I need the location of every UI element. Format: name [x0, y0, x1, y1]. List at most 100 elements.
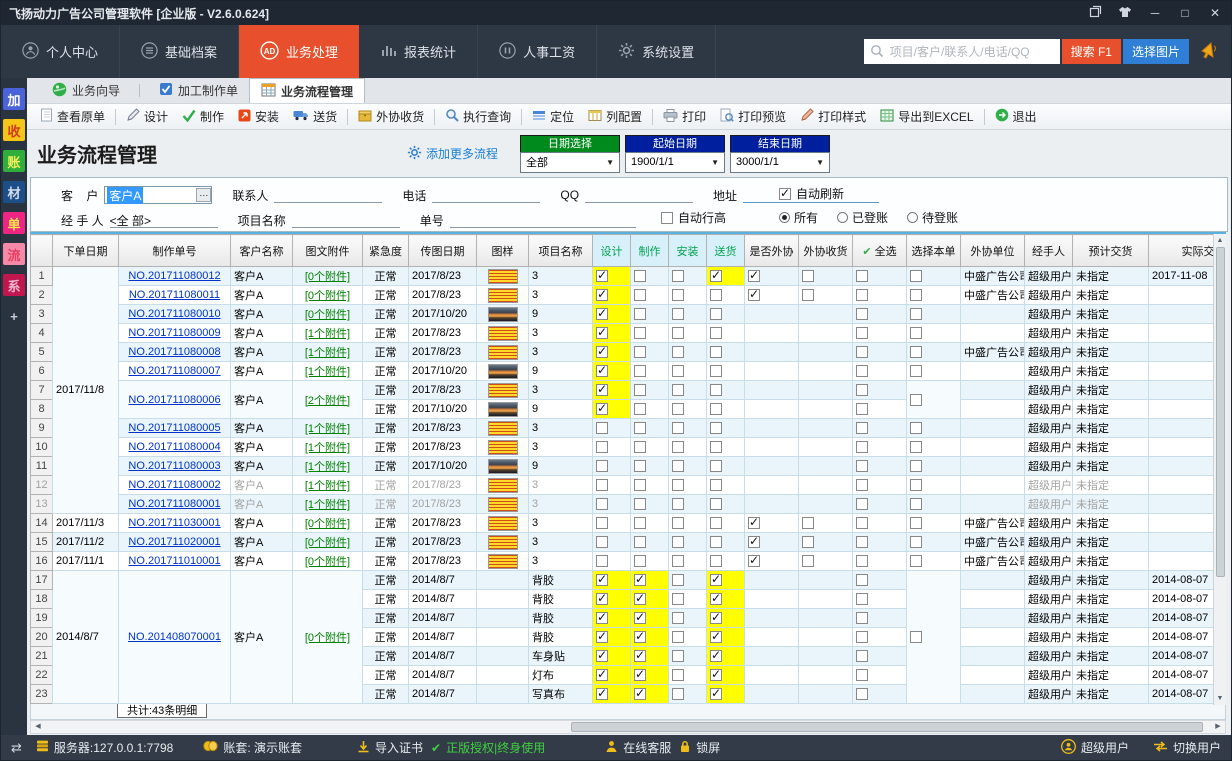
toolbar-button-13[interactable]: 导出到EXCEL	[873, 106, 980, 128]
checkbox-icon[interactable]	[634, 422, 646, 434]
skin-icon[interactable]	[1117, 6, 1133, 21]
checkbox-icon[interactable]	[634, 327, 646, 339]
checkbox-icon[interactable]	[596, 460, 608, 472]
checkbox-icon[interactable]	[672, 688, 684, 700]
pick-image-button[interactable]: 选择图片	[1123, 39, 1189, 64]
checkbox-checked-icon[interactable]	[596, 289, 608, 301]
checkbox-checked-icon[interactable]	[748, 555, 760, 567]
horizontal-scrollbar[interactable]: ◀ ▶	[30, 720, 1226, 734]
date-mode-select[interactable]: 全部▼	[520, 152, 620, 173]
checkbox-checked-icon[interactable]	[710, 669, 722, 681]
table-row[interactable]: 6NO.201711080007客户A[1个附件]正常2017/10/209超级…	[31, 362, 1214, 381]
column-header-16[interactable]: 选择本单	[907, 235, 961, 267]
column-header-5[interactable]: 紧急度	[363, 235, 409, 267]
checkbox-icon[interactable]	[856, 384, 868, 396]
checkbox-icon[interactable]	[910, 536, 922, 548]
checkbox-icon[interactable]	[672, 289, 684, 301]
sidebar-item-8[interactable]: +	[3, 305, 25, 327]
checkbox-icon[interactable]	[672, 536, 684, 548]
checkbox-icon[interactable]	[596, 479, 608, 491]
checkbox-icon[interactable]	[710, 308, 722, 320]
checkbox-icon[interactable]	[634, 498, 646, 510]
horizontal-scroll-thumb[interactable]	[571, 722, 1203, 732]
table-row[interactable]: 162017/11/1NO.201711010001客户A[0个附件]正常201…	[31, 552, 1214, 571]
column-header-0[interactable]	[31, 235, 53, 267]
sidebar-item-2[interactable]: 收	[3, 119, 25, 141]
handler-select[interactable]: <全 部>	[110, 212, 218, 228]
column-header-8[interactable]: 项目名称	[529, 235, 593, 267]
checkbox-icon[interactable]	[856, 346, 868, 358]
attachment-link[interactable]: [1个附件]	[305, 423, 350, 435]
checkbox-icon[interactable]	[856, 460, 868, 472]
checkbox-icon[interactable]	[672, 327, 684, 339]
checkbox-icon[interactable]	[856, 327, 868, 339]
scroll-up-arrow[interactable]: ▲	[1217, 234, 1224, 247]
column-header-12[interactable]: 送货	[707, 235, 745, 267]
checkbox-checked-icon[interactable]	[748, 270, 760, 282]
checkbox-icon[interactable]	[710, 422, 722, 434]
toolbar-button-11[interactable]: 打印预览	[713, 106, 793, 128]
checkbox-checked-icon[interactable]	[596, 669, 608, 681]
toolbar-button-8[interactable]: 定位	[525, 106, 581, 128]
table-row[interactable]: 5NO.201711080008客户A[1个附件]正常2017/8/233中盛广…	[31, 343, 1214, 362]
checkbox-icon[interactable]	[634, 289, 646, 301]
column-header-11[interactable]: 安装	[669, 235, 707, 267]
scroll-left-arrow[interactable]: ◀	[31, 721, 45, 733]
order-no-input[interactable]	[450, 212, 636, 228]
attachment-link[interactable]: [1个附件]	[305, 499, 350, 511]
tab-2[interactable]: 加工制作单	[148, 78, 249, 103]
checkbox-icon[interactable]	[710, 289, 722, 301]
checkbox-icon[interactable]	[672, 403, 684, 415]
checkbox-icon[interactable]	[910, 270, 922, 282]
maximize-button[interactable]: □	[1177, 6, 1193, 20]
phone-input[interactable]	[432, 187, 540, 203]
checkbox-checked-icon[interactable]	[748, 536, 760, 548]
checkbox-checked-icon[interactable]	[596, 346, 608, 358]
order-link[interactable]: NO.201711080002	[128, 479, 220, 491]
toolbar-button-7[interactable]: 执行查询	[438, 106, 518, 128]
nav-item-user[interactable]: 个人中心	[1, 25, 120, 78]
checkbox-icon[interactable]	[856, 631, 868, 643]
table-row[interactable]: 11NO.201711080003客户A[1个附件]正常2017/10/209超…	[31, 457, 1214, 476]
checkbox-icon[interactable]	[672, 270, 684, 282]
table-row[interactable]: 4NO.201711080009客户A[1个附件]正常2017/8/233超级用…	[31, 324, 1214, 343]
poster-thumbnail-image[interactable]	[488, 383, 518, 398]
checkbox-checked-icon[interactable]	[596, 688, 608, 700]
checkbox-icon[interactable]	[856, 517, 868, 529]
sidebar-item-4[interactable]: 材	[3, 181, 25, 203]
column-header-10[interactable]: 制作	[631, 235, 669, 267]
checkbox-icon[interactable]	[596, 536, 608, 548]
radio-all[interactable]: 所有	[779, 209, 818, 226]
toolbar-button-2[interactable]: 设计	[119, 106, 175, 128]
search-button[interactable]: 搜索 F1	[1062, 39, 1121, 64]
checkbox-icon[interactable]	[710, 479, 722, 491]
toolbar-button-6[interactable]: 外协收货	[351, 106, 431, 128]
close-button[interactable]: ✕	[1207, 6, 1223, 20]
search-input[interactable]	[864, 39, 1060, 64]
checkbox-checked-icon[interactable]	[710, 631, 722, 643]
nav-item-list[interactable]: 基础档案	[120, 25, 239, 78]
checkbox-icon[interactable]	[710, 498, 722, 510]
nav-item-chart[interactable]: 报表统计	[359, 25, 478, 78]
scroll-down-arrow[interactable]: ▼	[1217, 692, 1224, 705]
checkbox-icon[interactable]	[672, 365, 684, 377]
order-link[interactable]: NO.201711030001	[128, 517, 220, 529]
poster-thumbnail-image[interactable]	[488, 535, 518, 550]
lock-screen-button[interactable]: 锁屏	[679, 739, 720, 756]
attachment-link[interactable]: [0个附件]	[305, 271, 350, 283]
auto-row-height-checkbox[interactable]: 自动行高	[661, 209, 726, 226]
table-row[interactable]: 12NO.201711080002客户A[1个附件]正常2017/8/233超级…	[31, 476, 1214, 495]
poster-thumbnail-image[interactable]	[488, 554, 518, 569]
checkbox-icon[interactable]	[672, 517, 684, 529]
clipboard-icon[interactable]	[1087, 5, 1103, 21]
start-date-select[interactable]: 1900/1/1▼	[625, 152, 725, 173]
checkbox-icon[interactable]	[910, 394, 922, 406]
sidebar-item-5[interactable]: 单	[3, 212, 25, 234]
checkbox-icon[interactable]	[856, 612, 868, 624]
attachment-link[interactable]: [1个附件]	[305, 366, 350, 378]
order-link[interactable]: NO.201711010001	[128, 555, 220, 567]
column-header-18[interactable]: 经手人	[1025, 235, 1073, 267]
checkbox-icon[interactable]	[910, 631, 922, 643]
table-row[interactable]: 13NO.201711080001客户A[1个附件]正常2017/8/233超级…	[31, 495, 1214, 514]
checkbox-icon[interactable]	[910, 517, 922, 529]
